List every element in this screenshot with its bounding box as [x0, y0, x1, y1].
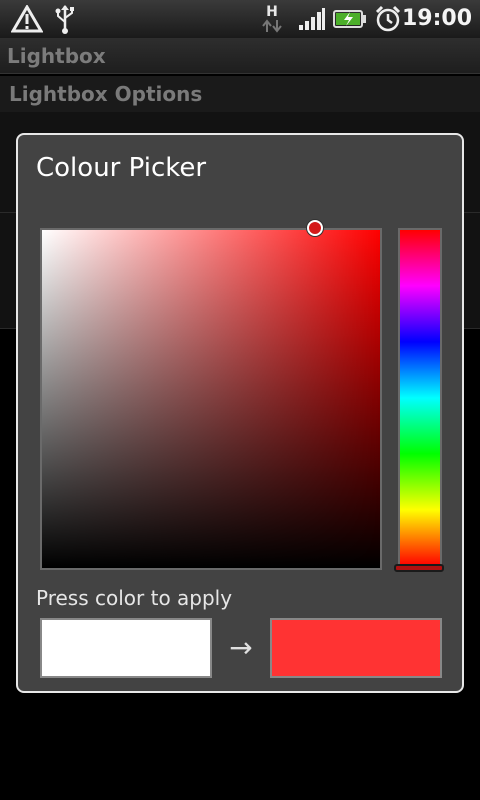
app-title-bar: Lightbox: [0, 38, 480, 74]
network-type-label: H: [266, 4, 278, 20]
clock-time: 19:00: [401, 6, 472, 31]
hue-slider[interactable]: [398, 228, 442, 568]
usb-icon: [52, 0, 78, 38]
saturation-value-marker[interactable]: [307, 220, 323, 236]
dialog-title: Colour Picker: [36, 153, 207, 183]
warning-icon: [10, 0, 44, 38]
battery-charging-icon: [332, 0, 368, 38]
data-arrows-icon: H: [258, 0, 286, 38]
arrow-right-icon: →: [229, 631, 253, 664]
colour-picker-dialog: Colour Picker Press color to apply →: [16, 133, 464, 693]
section-header: Lightbox Options: [0, 76, 480, 112]
apply-hint: Press color to apply: [36, 586, 233, 610]
hue-slider-handle[interactable]: [394, 564, 444, 572]
alarm-clock-icon: [372, 0, 404, 38]
status-bar: H 19:00: [0, 0, 480, 38]
old-color-swatch[interactable]: [40, 618, 212, 678]
new-color-swatch[interactable]: [270, 618, 442, 678]
saturation-value-picker[interactable]: [40, 228, 382, 570]
signal-icon: [296, 0, 328, 38]
